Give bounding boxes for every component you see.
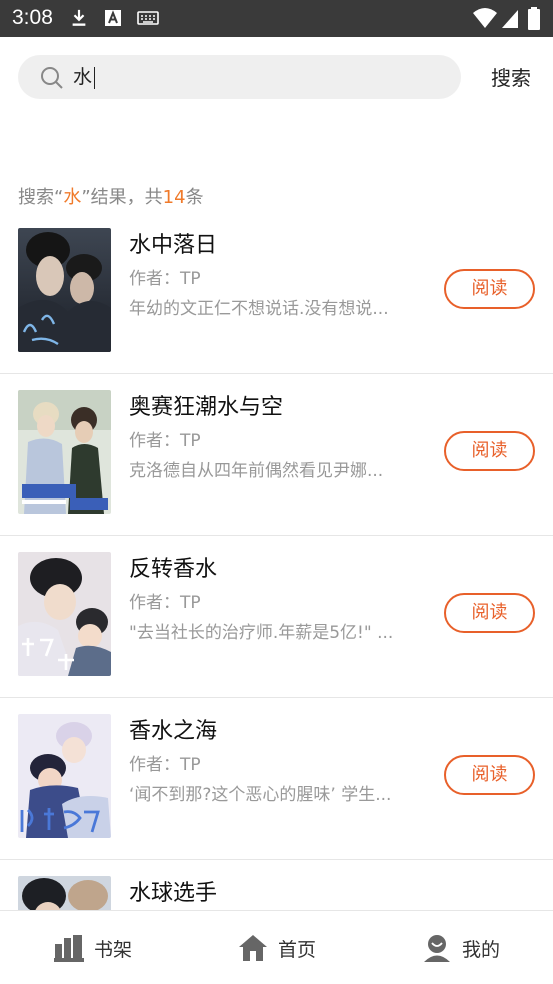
book-title[interactable]: 反转香水 [129,551,217,583]
profile-icon [424,935,450,962]
book-author: 作者：TP [129,431,201,451]
list-item[interactable]: 水中落日 作者：TP 年幼的文正仁不想说话.没有想说... 阅读 [0,212,553,374]
status-time: 3:08 [12,6,53,29]
book-description: 年幼的文正仁不想说话.没有想说... [129,299,389,319]
home-icon [239,935,267,961]
summary-keyword: 水 [63,187,82,208]
result-list: 水中落日 作者：TP 年幼的文正仁不想说话.没有想说... 阅读 奥赛狂潮水与空… [0,212,553,984]
search-input[interactable]: 水 [73,55,96,99]
summary-count: 14 [162,187,186,208]
signal-icon [502,10,518,28]
book-author: 作者：TP [129,755,201,775]
book-cover[interactable] [18,228,111,352]
book-title[interactable]: 香水之海 [129,713,217,745]
read-button[interactable]: 阅读 [444,431,535,471]
book-cover[interactable] [18,714,111,838]
book-cover[interactable] [18,390,111,514]
summary-suffix: 条 [185,187,204,208]
nav-label: 书架 [94,938,133,961]
book-description: 克洛德自从四年前偶然看见尹娜... [129,461,384,481]
search-box[interactable]: 水 [18,55,461,99]
result-summary: 搜索“水”结果，共14条 [18,183,204,209]
summary-middle: ”结果，共 [81,187,163,208]
nav-profile[interactable]: 我的 [422,931,500,965]
search-query: 水 [73,66,93,88]
list-item[interactable]: 香水之海 作者：TP ‘闻不到那?这个恶心的腥味’ 学生... 阅读 [0,698,553,860]
book-author: 作者：TP [129,269,201,289]
nav-label: 我的 [462,938,501,961]
list-item[interactable]: 奥赛狂潮水与空 作者：TP 克洛德自从四年前偶然看见尹娜... 阅读 [0,374,553,536]
book-description: "去当社长的治疗师.年薪是5亿!" ... [129,623,394,643]
list-item[interactable]: 反转香水 作者：TP "去当社长的治疗师.年薪是5亿!" ... 阅读 [0,536,553,698]
book-description: ‘闻不到那?这个恶心的腥味’ 学生... [129,785,392,805]
book-title[interactable]: 水球选手 [129,875,217,907]
wifi-icon [473,8,497,28]
book-cover[interactable] [18,552,111,676]
search-icon [41,67,63,89]
bottom-nav: 书架 首页 我的 [0,910,553,984]
battery-icon [528,7,540,30]
bookshelf-icon [54,935,84,962]
status-bar: 3:08 [0,0,553,37]
book-author: 作者：TP [129,593,201,613]
text-caret [94,66,96,89]
read-button[interactable]: 阅读 [444,269,535,309]
font-icon [105,10,121,26]
download-icon [72,9,86,26]
read-button[interactable]: 阅读 [444,593,535,633]
summary-prefix: 搜索“ [18,187,64,208]
read-button[interactable]: 阅读 [444,755,535,795]
nav-home[interactable]: 首页 [238,931,316,965]
nav-label: 首页 [278,938,317,961]
keyboard-icon [137,11,159,25]
search-button[interactable]: 搜索 [491,62,531,91]
book-title[interactable]: 水中落日 [129,227,217,259]
nav-bookshelf[interactable]: 书架 [54,931,132,965]
book-title[interactable]: 奥赛狂潮水与空 [129,389,283,421]
